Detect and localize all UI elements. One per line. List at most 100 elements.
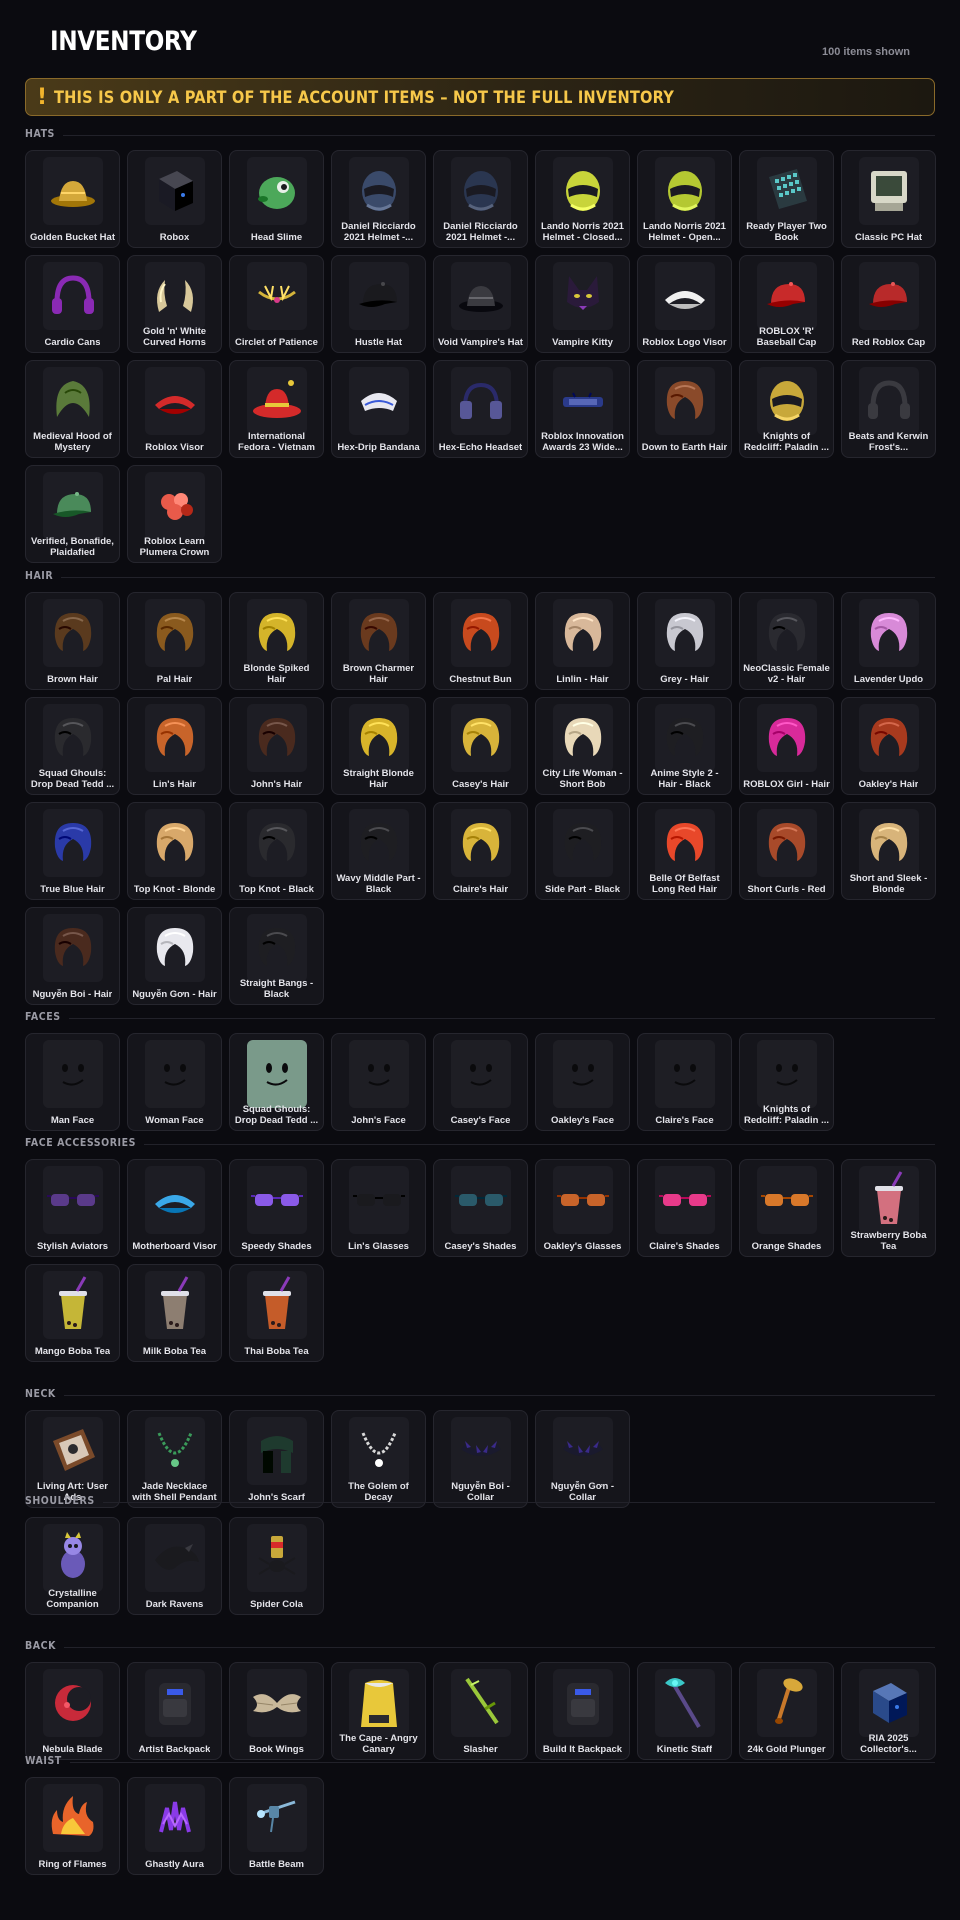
item-card[interactable]: Short Curls - Red xyxy=(739,802,834,900)
item-card[interactable]: International Fedora - Vietnam xyxy=(229,360,324,458)
item-card[interactable]: Medieval Hood of Mystery xyxy=(25,360,120,458)
item-card[interactable]: Belle Of Belfast Long Red Hair xyxy=(637,802,732,900)
item-card[interactable]: Lavender Updo xyxy=(841,592,936,690)
item-card[interactable]: 24k Gold Plunger xyxy=(739,1662,834,1760)
item-card[interactable]: Casey's Face xyxy=(433,1033,528,1131)
item-card[interactable]: Brown Hair xyxy=(25,592,120,690)
item-card[interactable]: Battle Beam xyxy=(229,1777,324,1875)
item-card[interactable]: Circlet of Patience xyxy=(229,255,324,353)
item-card[interactable]: Oakley's Hair xyxy=(841,697,936,795)
item-card[interactable]: John's Face xyxy=(331,1033,426,1131)
item-card[interactable]: Beats and Kerwin Frost's... xyxy=(841,360,936,458)
item-card[interactable]: Crystalline Companion xyxy=(25,1517,120,1615)
item-card[interactable]: Chestnut Bun xyxy=(433,592,528,690)
item-card[interactable]: Stylish Aviators xyxy=(25,1159,120,1257)
item-card[interactable]: Nguyễn Boi - Collar xyxy=(433,1410,528,1508)
item-card[interactable]: Nebula Blade xyxy=(25,1662,120,1760)
item-card[interactable]: Classic PC Hat xyxy=(841,150,936,248)
item-card[interactable]: The Cape - Angry Canary xyxy=(331,1662,426,1760)
item-card[interactable]: Man Face xyxy=(25,1033,120,1131)
item-card[interactable]: Book Wings xyxy=(229,1662,324,1760)
item-card[interactable]: Daniel Ricciardo 2021 Helmet -... xyxy=(433,150,528,248)
item-card[interactable]: Mango Boba Tea xyxy=(25,1264,120,1362)
item-card[interactable]: Lando Norris 2021 Helmet - Open... xyxy=(637,150,732,248)
item-card[interactable]: ROBLOX Girl - Hair xyxy=(739,697,834,795)
item-card[interactable]: Red Roblox Cap xyxy=(841,255,936,353)
item-card[interactable]: Nguyễn Gơn - Hair xyxy=(127,907,222,1005)
item-card[interactable]: Robox xyxy=(127,150,222,248)
item-card[interactable]: Cardio Cans xyxy=(25,255,120,353)
item-card[interactable]: Orange Shades xyxy=(739,1159,834,1257)
item-card[interactable]: Casey's Hair xyxy=(433,697,528,795)
item-card[interactable]: Hex-Echo Headset xyxy=(433,360,528,458)
item-card[interactable]: Claire's Face xyxy=(637,1033,732,1131)
item-card[interactable]: Straight Blonde Hair xyxy=(331,697,426,795)
item-card[interactable]: Build It Backpack xyxy=(535,1662,630,1760)
item-card[interactable]: Thai Boba Tea xyxy=(229,1264,324,1362)
item-card[interactable]: Knights of Redcliff: Paladin ... xyxy=(739,1033,834,1131)
item-card[interactable]: Slasher xyxy=(433,1662,528,1760)
item-card[interactable]: Daniel Ricciardo 2021 Helmet -... xyxy=(331,150,426,248)
item-card[interactable]: Nguyễn Gơn - Collar xyxy=(535,1410,630,1508)
item-card[interactable]: Hex-Drip Bandana xyxy=(331,360,426,458)
item-card[interactable]: Woman Face xyxy=(127,1033,222,1131)
item-card[interactable]: Motherboard Visor xyxy=(127,1159,222,1257)
item-card[interactable]: Vampire Kitty xyxy=(535,255,630,353)
item-card[interactable]: Lin's Glasses xyxy=(331,1159,426,1257)
item-card[interactable]: Void Vampire's Hat xyxy=(433,255,528,353)
item-card[interactable]: Ready Player Two Book xyxy=(739,150,834,248)
item-card[interactable]: Claire's Hair xyxy=(433,802,528,900)
item-card[interactable]: Roblox Innovation Awards 23 Wide... xyxy=(535,360,630,458)
item-card[interactable]: Oakley's Face xyxy=(535,1033,630,1131)
item-card[interactable]: Grey - Hair xyxy=(637,592,732,690)
item-card[interactable]: Pal Hair xyxy=(127,592,222,690)
item-card[interactable]: RIA 2025 Collector's... xyxy=(841,1662,936,1760)
item-card[interactable]: Anime Style 2 - Hair - Black xyxy=(637,697,732,795)
item-card[interactable]: City Life Woman - Short Bob xyxy=(535,697,630,795)
item-card[interactable]: Ring of Flames xyxy=(25,1777,120,1875)
item-card[interactable]: ROBLOX 'R' Baseball Cap xyxy=(739,255,834,353)
item-card[interactable]: Spider Cola xyxy=(229,1517,324,1615)
item-card[interactable]: Living Art: User Ads xyxy=(25,1410,120,1508)
item-card[interactable]: Knights of Redcliff: Paladin ... xyxy=(739,360,834,458)
item-card[interactable]: Verified, Bonafide, Plaidafied xyxy=(25,465,120,563)
item-card[interactable]: Lando Norris 2021 Helmet - Closed... xyxy=(535,150,630,248)
item-card[interactable]: Blonde Spiked Hair xyxy=(229,592,324,690)
item-card[interactable]: True Blue Hair xyxy=(25,802,120,900)
item-card[interactable]: Ghastly Aura xyxy=(127,1777,222,1875)
item-card[interactable]: Roblox Learn Plumera Crown xyxy=(127,465,222,563)
item-card[interactable]: Squad Ghouls: Drop Dead Tedd ... xyxy=(229,1033,324,1131)
item-card[interactable]: Straight Bangs - Black xyxy=(229,907,324,1005)
item-card[interactable]: Roblox Logo Visor xyxy=(637,255,732,353)
item-card[interactable]: Wavy Middle Part - Black xyxy=(331,802,426,900)
item-card[interactable]: NeoClassic Female v2 - Hair xyxy=(739,592,834,690)
item-card[interactable]: Artist Backpack xyxy=(127,1662,222,1760)
item-card[interactable]: John's Hair xyxy=(229,697,324,795)
item-card[interactable]: Nguyễn Boi - Hair xyxy=(25,907,120,1005)
item-card[interactable]: Casey's Shades xyxy=(433,1159,528,1257)
item-card[interactable]: Down to Earth Hair xyxy=(637,360,732,458)
item-card[interactable]: Linlin - Hair xyxy=(535,592,630,690)
item-card[interactable]: Dark Ravens xyxy=(127,1517,222,1615)
item-card[interactable]: Head Slime xyxy=(229,150,324,248)
item-card[interactable]: Top Knot - Blonde xyxy=(127,802,222,900)
item-card[interactable]: Top Knot - Black xyxy=(229,802,324,900)
item-card[interactable]: Jade Necklace with Shell Pendant xyxy=(127,1410,222,1508)
item-card[interactable]: Side Part - Black xyxy=(535,802,630,900)
item-card[interactable]: Lin's Hair xyxy=(127,697,222,795)
item-card[interactable]: Oakley's Glasses xyxy=(535,1159,630,1257)
item-card[interactable]: Kinetic Staff xyxy=(637,1662,732,1760)
item-card[interactable]: Brown Charmer Hair xyxy=(331,592,426,690)
item-card[interactable]: Hustle Hat xyxy=(331,255,426,353)
item-card[interactable]: Gold 'n' White Curved Horns xyxy=(127,255,222,353)
item-card[interactable]: Milk Boba Tea xyxy=(127,1264,222,1362)
item-card[interactable]: Claire's Shades xyxy=(637,1159,732,1257)
item-card[interactable]: Golden Bucket Hat xyxy=(25,150,120,248)
item-card[interactable]: Speedy Shades xyxy=(229,1159,324,1257)
item-card[interactable]: Strawberry Boba Tea xyxy=(841,1159,936,1257)
item-card[interactable]: Squad Ghouls: Drop Dead Tedd ... xyxy=(25,697,120,795)
item-card[interactable]: Short and Sleek - Blonde xyxy=(841,802,936,900)
item-card[interactable]: Roblox Visor xyxy=(127,360,222,458)
item-card[interactable]: John's Scarf xyxy=(229,1410,324,1508)
item-card[interactable]: The Golem of Decay xyxy=(331,1410,426,1508)
